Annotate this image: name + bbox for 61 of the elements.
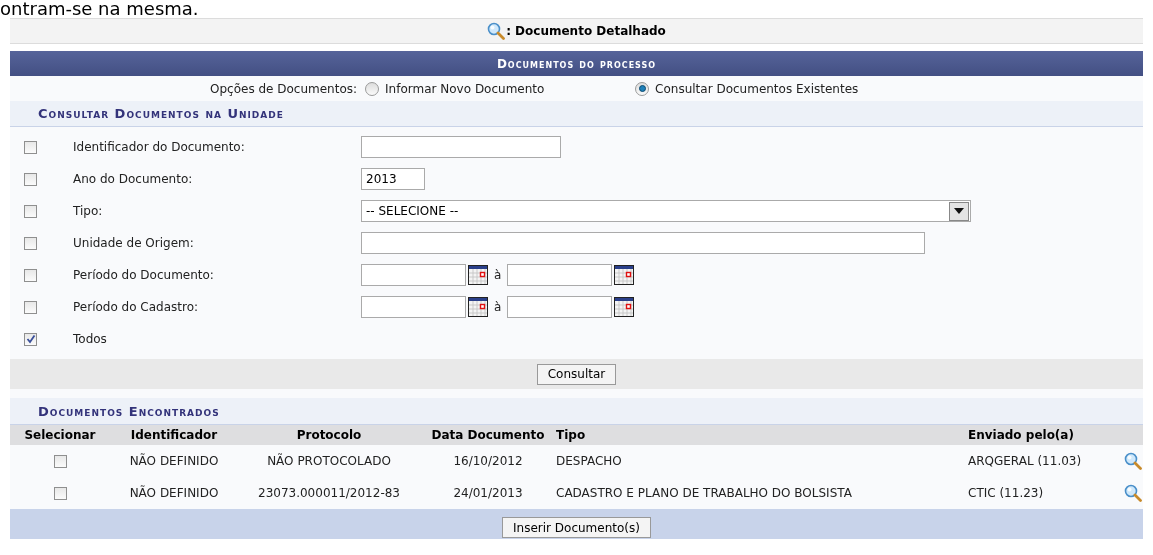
checkbox[interactable] bbox=[24, 204, 37, 218]
checkbox[interactable] bbox=[24, 172, 37, 186]
table-cell-text: 16/10/2012 bbox=[452, 453, 524, 470]
filter-label: Período do Documento: bbox=[73, 267, 215, 284]
panel-title: Documentos do processo bbox=[496, 55, 657, 73]
consult-button[interactable]: Consultar bbox=[536, 363, 617, 385]
checkbox[interactable] bbox=[24, 300, 37, 314]
column-header: Enviado pelo(a) bbox=[968, 427, 1075, 444]
range-separator: à bbox=[494, 267, 502, 284]
checkbox[interactable] bbox=[24, 236, 37, 250]
table-cell-text: DESPACHO bbox=[556, 453, 623, 470]
section-title: Documentos Encontrados bbox=[38, 402, 220, 421]
date-field[interactable] bbox=[361, 296, 466, 318]
text-field[interactable] bbox=[361, 136, 561, 158]
table-cell-text: NÃO DEFINIDO bbox=[128, 452, 220, 470]
table-cell-text: CTIC (11.23) bbox=[968, 485, 1045, 502]
calendar-icon[interactable] bbox=[614, 297, 635, 317]
checkbox[interactable] bbox=[24, 268, 37, 282]
filter-label: Ano do Documento: bbox=[73, 171, 194, 188]
text-field[interactable]: 2013 bbox=[361, 168, 425, 190]
date-field[interactable] bbox=[507, 296, 613, 318]
view-details-icon[interactable] bbox=[1124, 452, 1142, 470]
filter-label: Período do Cadastro: bbox=[73, 299, 200, 316]
options-label: Opções de Documentos: bbox=[210, 80, 358, 98]
insert-documents-button[interactable]: Inserir Documento(s) bbox=[502, 517, 651, 538]
filter-label: Unidade de Origem: bbox=[73, 235, 195, 252]
checkbox[interactable] bbox=[24, 140, 37, 154]
column-header: Protocolo bbox=[295, 427, 363, 444]
table-cell-text: 24/01/2013 bbox=[452, 485, 524, 502]
calendar-icon[interactable] bbox=[614, 265, 635, 285]
column-header: Identificador bbox=[129, 427, 219, 444]
page-title: : Documento Detalhado bbox=[506, 23, 666, 40]
filter-label: Tipo: bbox=[73, 203, 104, 220]
calendar-icon[interactable] bbox=[468, 265, 488, 285]
text-field[interactable] bbox=[361, 232, 925, 254]
table-cell-text: 23073.000011/2012-83 bbox=[257, 485, 401, 502]
intro-text: ontram-se na mesma. bbox=[0, 0, 199, 18]
table-cell-text: NÃO DEFINIDO bbox=[128, 484, 220, 502]
date-field[interactable] bbox=[361, 264, 466, 286]
calendar-icon[interactable] bbox=[468, 297, 488, 317]
table-cell-text: NÃO PROTOCOLADO bbox=[266, 452, 392, 470]
filter-label: Identificador do Documento: bbox=[73, 139, 246, 156]
section-title: Consultar Documentos na Unidade bbox=[38, 104, 284, 123]
view-details-icon[interactable] bbox=[1124, 484, 1142, 502]
checkbox[interactable] bbox=[53, 454, 67, 468]
checkbox[interactable] bbox=[53, 486, 67, 500]
radio-button[interactable] bbox=[365, 81, 380, 96]
select-dropdown[interactable]: -- SELECIONE -- bbox=[361, 200, 971, 222]
option-radio[interactable]: Informar Novo Documento bbox=[365, 79, 636, 98]
filter-label: Todos bbox=[73, 331, 108, 348]
table-cell-text: ARQGERAL (11.03) bbox=[968, 453, 1083, 470]
date-field[interactable] bbox=[507, 264, 613, 286]
radio-button[interactable] bbox=[635, 81, 650, 96]
range-separator: à bbox=[494, 299, 502, 316]
magnifier-icon bbox=[487, 22, 506, 40]
column-header: Selecionar bbox=[23, 427, 97, 444]
checkbox[interactable] bbox=[24, 332, 37, 346]
option-radio[interactable]: Consultar Documentos Existentes bbox=[635, 79, 859, 98]
column-header: Tipo bbox=[556, 427, 587, 444]
column-header: Data Documento bbox=[430, 427, 546, 444]
table-cell-text: CADASTRO E PLANO DE TRABALHO DO BOLSISTA bbox=[556, 485, 853, 502]
